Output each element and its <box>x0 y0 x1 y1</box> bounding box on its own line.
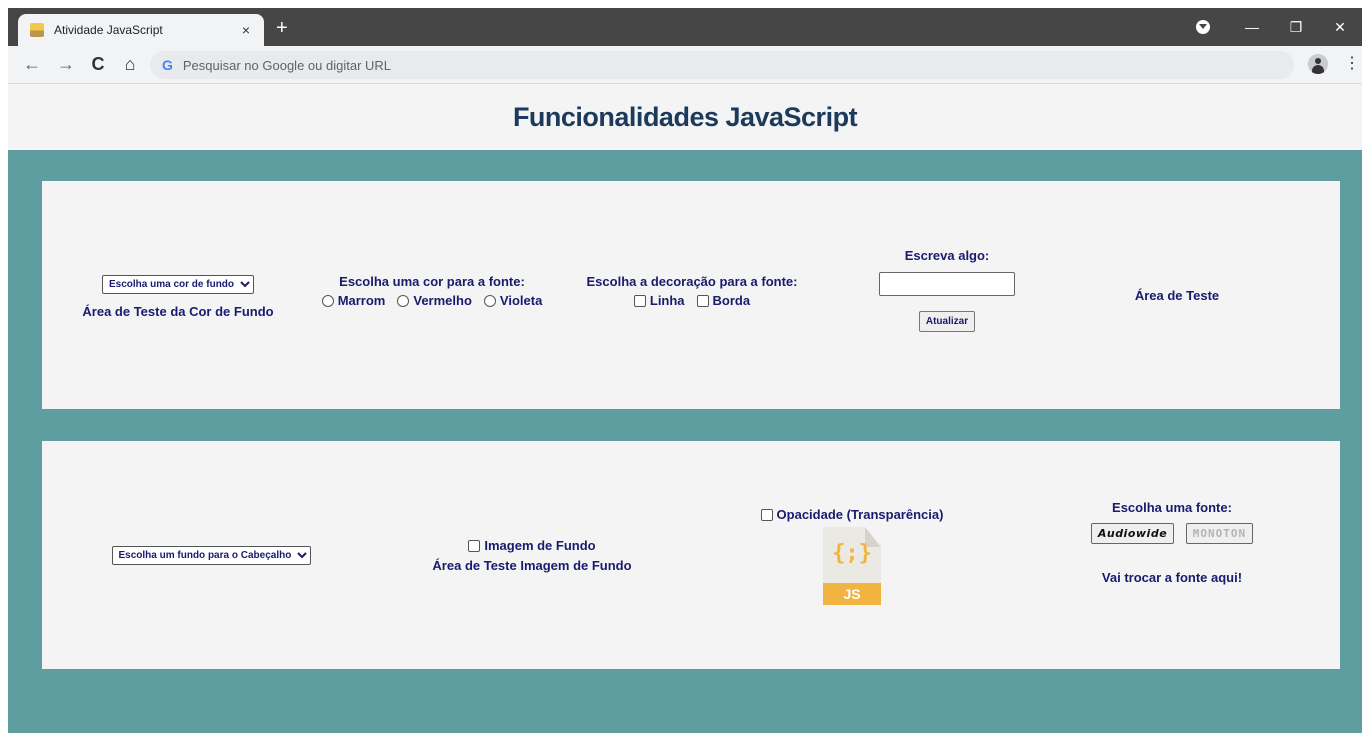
page-header: Funcionalidades JavaScript <box>8 84 1362 150</box>
checkbox-opacity[interactable] <box>760 508 773 521</box>
bg-image-test-area: Área de Teste Imagem de Fundo <box>432 558 632 573</box>
checkbox-label-bg-image: Imagem de Fundo <box>484 538 596 553</box>
header-bg-select[interactable]: Escolha um fundo para o Cabeçalho <box>111 546 311 565</box>
favicon-icon <box>30 23 44 37</box>
test-area: Área de Teste <box>1102 288 1252 303</box>
address-bar[interactable]: G Pesquisar no Google ou digitar URL <box>150 51 1294 79</box>
write-section: Escreva algo: Atualizar <box>867 248 1027 332</box>
checkbox-borda[interactable] <box>696 294 709 307</box>
js-file-icon: {;} JS <box>823 527 881 605</box>
write-input[interactable] <box>879 272 1015 296</box>
font-choice-section: Escolha uma fonte: Audiowide MONOTON Vai… <box>1062 500 1282 585</box>
font-monoton-button[interactable]: MONOTON <box>1185 523 1254 544</box>
radio-label-violeta: Violeta <box>499 293 543 308</box>
font-swap-text: Vai trocar a fonte aqui! <box>1101 570 1243 585</box>
font-decoration-section: Escolha a decoração para a fonte: Linha … <box>572 274 812 308</box>
tab-search-icon[interactable] <box>1196 20 1210 34</box>
checkbox-label-opacity: Opacidade (Transparência) <box>776 507 944 522</box>
checkbox-bg-image[interactable] <box>468 539 481 552</box>
radio-label-vermelho: Vermelho <box>413 293 472 308</box>
profile-avatar-icon[interactable] <box>1308 54 1328 74</box>
radio-vermelho[interactable] <box>397 294 410 307</box>
new-tab-button[interactable]: + <box>276 18 288 38</box>
opacity-section: Opacidade (Transparência) {;} JS <box>752 507 952 605</box>
font-decoration-options: Linha Borda <box>572 293 812 308</box>
controls-panel-1: Escolha uma cor de fundo Área de Teste d… <box>42 181 1340 409</box>
tab-close-icon[interactable]: × <box>238 22 254 38</box>
bg-color-select[interactable]: Escolha uma cor de fundo <box>102 275 254 294</box>
js-braces-glyph: {;} <box>832 541 872 566</box>
checkbox-label-linha: Linha <box>649 293 685 308</box>
bg-image-option: Imagem de Fundo <box>422 538 642 553</box>
test-area-label: Área de Teste <box>1134 288 1220 303</box>
close-window-button[interactable]: ✕ <box>1318 19 1362 36</box>
font-choice-buttons: Audiowide MONOTON <box>1062 523 1282 544</box>
reload-icon[interactable]: C <box>86 53 110 75</box>
js-label: JS <box>823 583 881 605</box>
font-color-label: Escolha uma cor para a fonte: <box>339 274 525 289</box>
bg-image-section: Imagem de Fundo Área de Teste Imagem de … <box>422 538 642 573</box>
update-button[interactable]: Atualizar <box>918 311 976 332</box>
controls-panel-2: Escolha um fundo para o Cabeçalho Imagem… <box>42 441 1340 669</box>
minimize-button[interactable]: — <box>1230 19 1274 35</box>
radio-marrom[interactable] <box>321 294 334 307</box>
checkbox-linha[interactable] <box>633 294 646 307</box>
radio-violeta[interactable] <box>483 294 496 307</box>
google-icon: G <box>162 57 173 73</box>
header-bg-section: Escolha um fundo para o Cabeçalho <box>106 546 316 565</box>
checkbox-label-borda: Borda <box>712 293 751 308</box>
browser-tab[interactable]: Atividade JavaScript × <box>18 14 264 46</box>
back-arrow-icon[interactable]: ← <box>20 53 44 75</box>
window-controls: — ❐ ✕ <box>1196 8 1362 46</box>
write-label: Escreva algo: <box>904 248 990 263</box>
font-decoration-label: Escolha a decoração para a fonte: <box>586 274 798 289</box>
forward-arrow-icon[interactable]: → <box>54 53 78 75</box>
radio-label-marrom: Marrom <box>337 293 386 308</box>
opacity-option: Opacidade (Transparência) <box>752 507 952 522</box>
bg-color-test-area: Área de Teste da Cor de Fundo <box>82 304 274 319</box>
bg-color-section: Escolha uma cor de fundo Área de Teste d… <box>78 275 278 319</box>
browser-toolbar: ← → C ⌂ G Pesquisar no Google ou digitar… <box>8 46 1362 84</box>
font-color-section: Escolha uma cor para a fonte: Marrom Ver… <box>312 274 552 308</box>
page-title: Funcionalidades JavaScript <box>512 101 858 132</box>
page-body: Funcionalidades JavaScript Escolha uma c… <box>8 84 1362 733</box>
browser-menu-icon[interactable]: ⋮ <box>1344 54 1360 74</box>
font-choice-label: Escolha uma fonte: <box>1112 500 1232 515</box>
tab-title: Atividade JavaScript <box>54 23 163 37</box>
font-color-options: Marrom Vermelho Violeta <box>312 293 552 308</box>
tab-strip: Atividade JavaScript × + — ❐ ✕ <box>8 8 1362 46</box>
home-icon[interactable]: ⌂ <box>118 53 142 75</box>
restore-button[interactable]: ❐ <box>1274 19 1318 36</box>
font-audiowide-button[interactable]: Audiowide <box>1090 523 1175 544</box>
address-bar-placeholder: Pesquisar no Google ou digitar URL <box>182 57 392 73</box>
